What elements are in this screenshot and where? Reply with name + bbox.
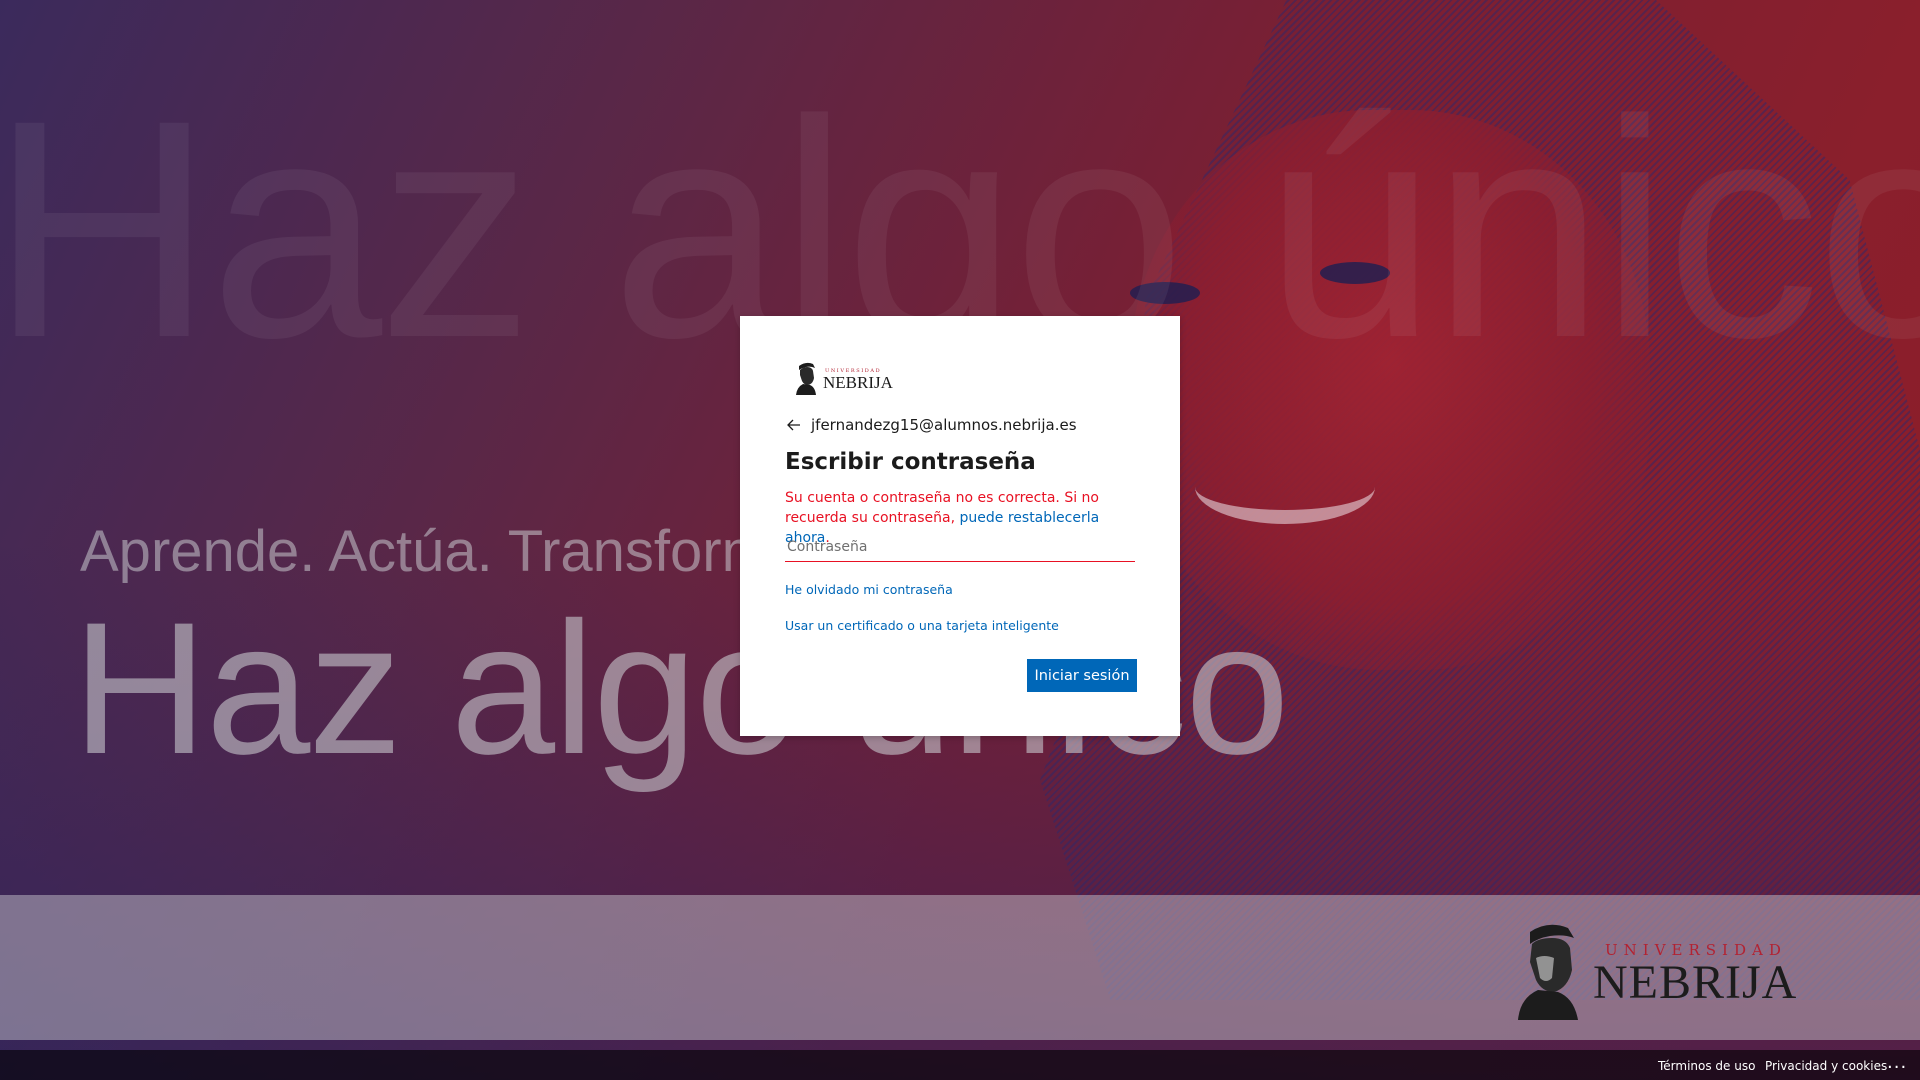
identity-row: jfernandezg15@alumnos.nebrija.es: [785, 414, 1077, 436]
nebrija-portrait-icon: [1518, 924, 1578, 1020]
brand-name: NEBRIJA: [1593, 956, 1798, 1009]
signin-card: UNIVERSIDAD NEBRIJA jfernandezg15@alumno…: [740, 316, 1180, 736]
nebrija-portrait-icon: [796, 362, 816, 395]
footer-bar: [0, 1050, 1920, 1080]
page-title: Escribir contraseña: [785, 449, 1036, 475]
privacy-cookies-link[interactable]: Privacidad y cookies: [1765, 1059, 1887, 1073]
account-email: jfernandezg15@alumnos.nebrija.es: [811, 416, 1077, 434]
password-field-wrap: [785, 532, 1135, 566]
terms-of-use-link[interactable]: Términos de uso: [1658, 1059, 1755, 1073]
card-logo: UNIVERSIDAD NEBRIJA: [793, 361, 903, 395]
background-smile: [1195, 450, 1375, 524]
more-options-icon[interactable]: ...: [1887, 1052, 1907, 1073]
signin-button[interactable]: Iniciar sesión: [1027, 659, 1137, 692]
certificate-signin-link[interactable]: Usar un certificado o una tarjeta inteli…: [785, 618, 1059, 633]
forgot-password-link[interactable]: He olvidado mi contraseña: [785, 582, 953, 597]
password-input[interactable]: [785, 532, 1135, 562]
card-logo-name: NEBRIJA: [823, 373, 893, 392]
background-tagline: Aprende. Actúa. Transforma.: [80, 519, 819, 584]
arrow-left-icon[interactable]: [785, 416, 803, 434]
brand-logo: UNIVERSIDAD NEBRIJA: [1508, 918, 1798, 1020]
